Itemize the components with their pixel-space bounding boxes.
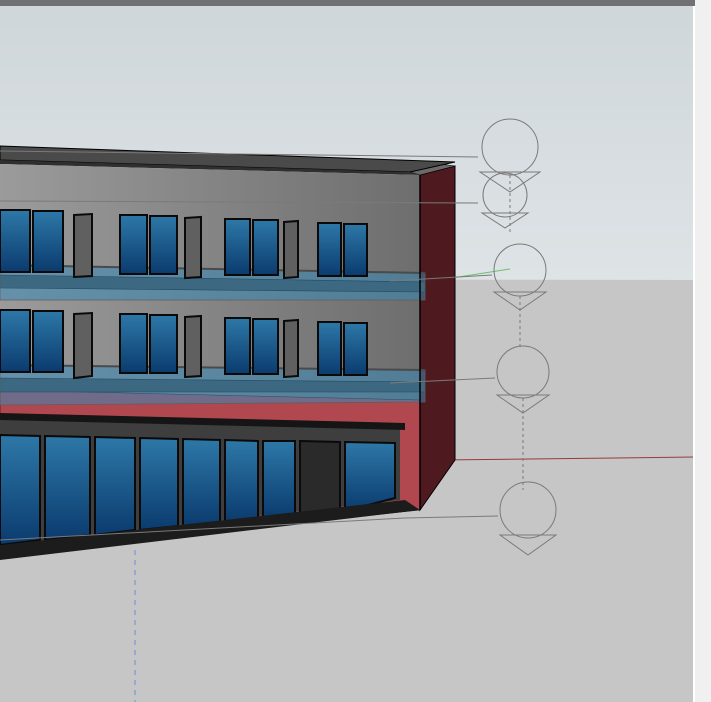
viewport-3d[interactable]: [0, 0, 711, 702]
viewport-canvas[interactable]: [0, 0, 711, 702]
window-titlebar-edge: [0, 0, 701, 6]
panel-divider: [693, 6, 695, 702]
panel-edge-right: [695, 0, 711, 702]
building-model[interactable]: [0, 146, 455, 560]
wall-side-red: [420, 166, 455, 510]
